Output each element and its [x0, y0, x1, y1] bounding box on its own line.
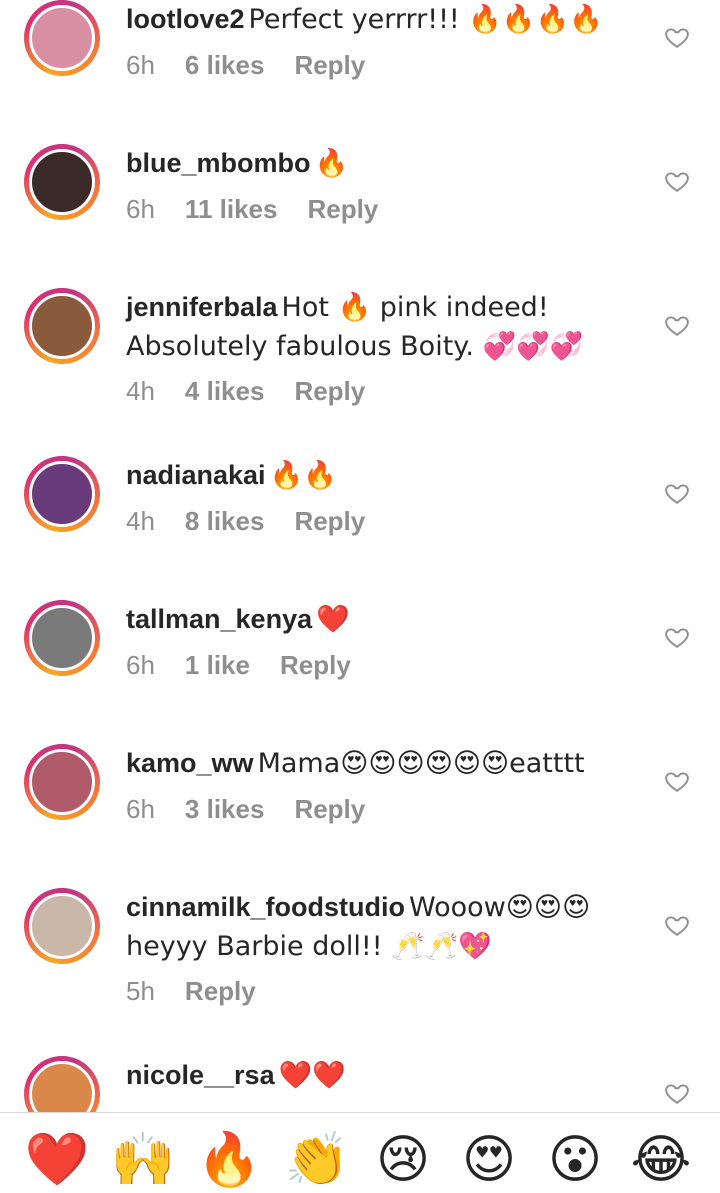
comment-time: 6h [126, 794, 155, 824]
comment-time: 4h [126, 506, 155, 536]
avatar[interactable] [24, 600, 100, 676]
like-heart-icon[interactable] [664, 768, 690, 794]
comment-text: cinnamilk_foodstudio Wooow😍😍😍 heyyy Barbi… [126, 888, 646, 966]
comment-body: Mama😍😍😍😍😍😍eatttt [257, 748, 585, 779]
comment-username[interactable]: nicole__rsa [126, 1060, 275, 1090]
comment-likes[interactable]: 8 likes [185, 506, 265, 536]
comment-list: lootlove2 Perfect yerrrr!!! 🔥🔥🔥🔥 6h 6 like… [0, 0, 720, 1112]
reaction-heart-icon[interactable]: ❤️ [24, 1127, 90, 1193]
comment-likes[interactable]: 3 likes [185, 794, 265, 824]
avatar[interactable] [24, 1056, 100, 1112]
comment-text: jenniferbala Hot 🔥 pink indeed! Absolutel… [126, 288, 646, 366]
comment-meta: 6h 3 likes Reply [126, 792, 395, 826]
avatar[interactable] [24, 456, 100, 532]
comment-meta: 6h 6 likes Reply [126, 48, 395, 82]
reaction-laughing-icon[interactable]: 😂 [628, 1127, 694, 1193]
comment-body: 🔥🔥 [269, 460, 337, 491]
comment-username[interactable]: lootlove2 [126, 4, 245, 34]
avatar-image [29, 149, 95, 215]
avatar-image [29, 461, 95, 527]
quick-reaction-bar: ❤️ 🙌 🔥 👏 😢 😍 😮 😂 [0, 1112, 720, 1190]
reply-button[interactable]: Reply [294, 376, 365, 406]
reaction-surprised-icon[interactable]: 😮 [542, 1127, 608, 1193]
reply-button[interactable]: Reply [294, 506, 365, 536]
comment-time: 6h [126, 194, 155, 224]
comment-meta: 4h 8 likes Reply [126, 504, 395, 538]
comment-username[interactable]: nadianakai [126, 460, 266, 490]
comment-time: 6h [126, 650, 155, 680]
reaction-clap-icon[interactable]: 👏 [284, 1127, 350, 1193]
comment-meta: 6h 11 likes Reply [126, 192, 408, 226]
avatar[interactable] [24, 744, 100, 820]
comment-username[interactable]: cinnamilk_foodstudio [126, 892, 405, 922]
like-heart-icon[interactable] [664, 1080, 690, 1106]
comment-time: 4h [126, 376, 155, 406]
avatar-image [29, 749, 95, 815]
comment-likes[interactable]: 4 likes [185, 376, 265, 406]
reaction-crying-icon[interactable]: 😢 [370, 1127, 436, 1193]
comment-text: lootlove2 Perfect yerrrr!!! 🔥🔥🔥🔥 [126, 0, 646, 39]
avatar[interactable] [24, 888, 100, 964]
comment-text: kamo_ww Mama😍😍😍😍😍😍eatttt [126, 744, 646, 783]
reaction-heart-eyes-icon[interactable]: 😍 [456, 1127, 522, 1193]
comment-body: ❤️ [316, 604, 350, 635]
comment-username[interactable]: kamo_ww [126, 748, 254, 778]
reaction-fire-icon[interactable]: 🔥 [196, 1127, 262, 1193]
like-heart-icon[interactable] [664, 624, 690, 650]
avatar[interactable] [24, 144, 100, 220]
reaction-raised-hands-icon[interactable]: 🙌 [110, 1127, 176, 1193]
reply-button[interactable]: Reply [185, 976, 256, 1006]
reply-button[interactable]: Reply [280, 650, 351, 680]
avatar-image [29, 605, 95, 671]
comment-text: tallman_kenya ❤️ [126, 600, 646, 639]
like-heart-icon[interactable] [664, 480, 690, 506]
avatar-image [29, 1061, 95, 1112]
reply-button[interactable]: Reply [294, 50, 365, 80]
like-heart-icon[interactable] [664, 912, 690, 938]
comment-body: ❤️❤️ [278, 1060, 346, 1091]
comment-meta: 4h 4 likes Reply [126, 374, 395, 408]
comment-username[interactable]: tallman_kenya [126, 604, 312, 634]
comment-username[interactable]: blue_mbombo [126, 148, 311, 178]
comment-body: 🔥 [314, 148, 349, 179]
like-heart-icon[interactable] [664, 312, 690, 338]
reply-button[interactable]: Reply [307, 194, 378, 224]
comment-time: 6h [126, 50, 155, 80]
comment-time: 5h [126, 976, 155, 1006]
comment-text: nadianakai 🔥🔥 [126, 456, 646, 495]
comment-likes[interactable]: 6 likes [185, 50, 265, 80]
comment-text: blue_mbombo 🔥 [126, 144, 646, 183]
comment-username[interactable]: jenniferbala [126, 292, 278, 322]
like-heart-icon[interactable] [664, 168, 690, 194]
comment-likes[interactable]: 1 like [185, 650, 250, 680]
comment-text: nicole__rsa ❤️❤️ [126, 1056, 646, 1095]
avatar-image [29, 5, 95, 71]
avatar-image [29, 293, 95, 359]
comment-body: Perfect yerrrr!!! 🔥🔥🔥🔥 [248, 4, 603, 35]
comment-meta: 6h 1 like Reply [126, 648, 381, 682]
reply-button[interactable]: Reply [294, 794, 365, 824]
comment-likes[interactable]: 11 likes [185, 194, 278, 224]
comment-meta: 5h Reply [126, 974, 286, 1008]
avatar[interactable] [24, 0, 100, 76]
avatar-image [29, 893, 95, 959]
avatar[interactable] [24, 288, 100, 364]
like-heart-icon[interactable] [664, 24, 690, 50]
